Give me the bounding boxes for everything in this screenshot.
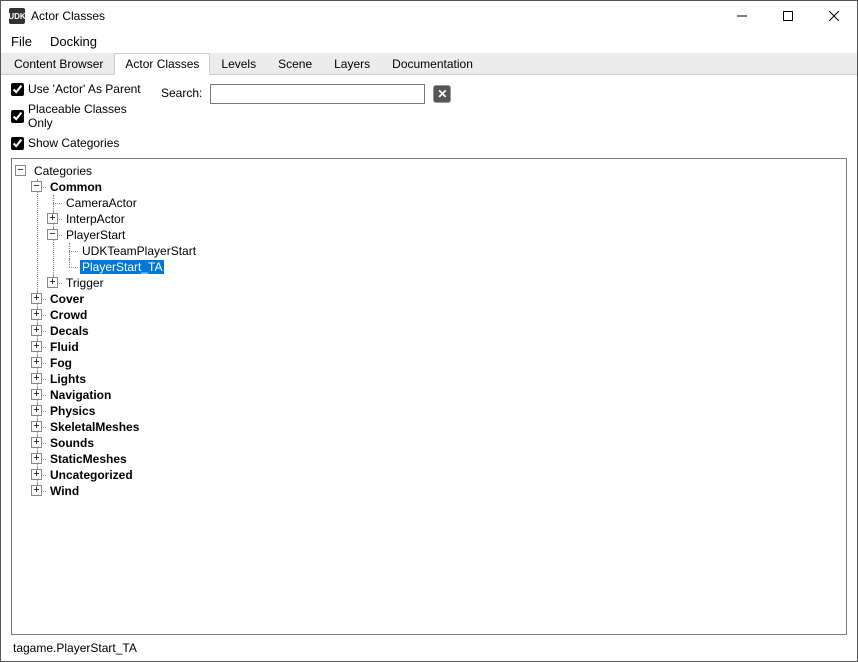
toggle-cover[interactable]: + — [31, 293, 42, 304]
tree-node-player-start[interactable]: PlayerStart — [64, 228, 127, 242]
tree-node-navigation[interactable]: Navigation — [48, 388, 113, 402]
maximize-icon — [783, 11, 793, 21]
toggle-categories[interactable]: − — [15, 165, 26, 176]
toggle-wind[interactable]: + — [31, 485, 42, 496]
clear-icon: ✕ — [437, 87, 447, 101]
title-bar: UDK Actor Classes — [1, 1, 857, 31]
toggle-crowd[interactable]: + — [31, 309, 42, 320]
tab-bar: Content Browser Actor Classes Levels Sce… — [1, 53, 857, 75]
tab-content-browser[interactable]: Content Browser — [3, 53, 114, 75]
toggle-fog[interactable]: + — [31, 357, 42, 368]
toggle-uncategorized[interactable]: + — [31, 469, 42, 480]
toggle-interp-actor[interactable]: + — [47, 213, 58, 224]
tree-node-trigger[interactable]: Trigger — [64, 276, 106, 290]
tab-layers[interactable]: Layers — [323, 53, 381, 75]
use-actor-as-parent-label: Use 'Actor' As Parent — [28, 82, 141, 96]
toggle-sounds[interactable]: + — [31, 437, 42, 448]
tree-node-static-meshes[interactable]: StaticMeshes — [48, 452, 129, 466]
maximize-button[interactable] — [765, 1, 811, 31]
menu-file[interactable]: File — [7, 32, 36, 51]
tree-node-physics[interactable]: Physics — [48, 404, 97, 418]
class-tree[interactable]: − Categories − Common CameraActor + — [11, 158, 847, 635]
tree-node-fluid[interactable]: Fluid — [48, 340, 81, 354]
tree-node-camera-actor[interactable]: CameraActor — [64, 196, 139, 210]
toggle-lights[interactable]: + — [31, 373, 42, 384]
tree-node-uncategorized[interactable]: Uncategorized — [48, 468, 135, 482]
tree-node-lights[interactable]: Lights — [48, 372, 88, 386]
close-icon — [829, 11, 839, 21]
toggle-player-start[interactable]: − — [47, 229, 58, 240]
toggle-physics[interactable]: + — [31, 405, 42, 416]
menu-docking[interactable]: Docking — [46, 32, 101, 51]
tree-node-common[interactable]: Common — [48, 180, 104, 194]
tree-node-sounds[interactable]: Sounds — [48, 436, 96, 450]
status-bar: tagame.PlayerStart_TA — [11, 635, 847, 657]
toggle-common[interactable]: − — [31, 181, 42, 192]
toggle-static-meshes[interactable]: + — [31, 453, 42, 464]
toggle-fluid[interactable]: + — [31, 341, 42, 352]
search-label: Search: — [161, 84, 202, 100]
tree-node-crowd[interactable]: Crowd — [48, 308, 89, 322]
tree-node-skeletal-meshes[interactable]: SkeletalMeshes — [48, 420, 141, 434]
tree-node-udk-team-player-start[interactable]: UDKTeamPlayerStart — [80, 244, 198, 258]
window-title: Actor Classes — [31, 9, 105, 23]
toggle-trigger[interactable]: + — [47, 277, 58, 288]
show-categories-checkbox[interactable]: Show Categories — [11, 136, 151, 150]
tree-node-decals[interactable]: Decals — [48, 324, 91, 338]
minimize-icon — [737, 11, 747, 21]
use-actor-as-parent-checkbox[interactable]: Use 'Actor' As Parent — [11, 82, 151, 96]
clear-search-button[interactable]: ✕ — [433, 85, 451, 103]
tab-levels[interactable]: Levels — [210, 53, 267, 75]
tree-node-cover[interactable]: Cover — [48, 292, 86, 306]
tree-node-interp-actor[interactable]: InterpActor — [64, 212, 127, 226]
show-categories-label: Show Categories — [28, 136, 119, 150]
tab-scene[interactable]: Scene — [267, 53, 323, 75]
search-input[interactable] — [210, 84, 425, 104]
placeable-classes-only-label: Placeable Classes Only — [28, 102, 151, 130]
toggle-navigation[interactable]: + — [31, 389, 42, 400]
toggle-decals[interactable]: + — [31, 325, 42, 336]
tree-node-player-start-ta[interactable]: PlayerStart_TA — [80, 260, 164, 274]
tab-actor-classes[interactable]: Actor Classes — [114, 53, 210, 75]
tree-node-fog[interactable]: Fog — [48, 356, 74, 370]
placeable-classes-only-checkbox[interactable]: Placeable Classes Only — [11, 102, 151, 130]
tab-documentation[interactable]: Documentation — [381, 53, 484, 75]
minimize-button[interactable] — [719, 1, 765, 31]
close-button[interactable] — [811, 1, 857, 31]
tree-node-categories[interactable]: Categories — [32, 164, 94, 178]
toggle-skeletal-meshes[interactable]: + — [31, 421, 42, 432]
app-icon: UDK — [9, 8, 25, 24]
tree-node-wind[interactable]: Wind — [48, 484, 81, 498]
menu-bar: File Docking — [1, 31, 857, 53]
